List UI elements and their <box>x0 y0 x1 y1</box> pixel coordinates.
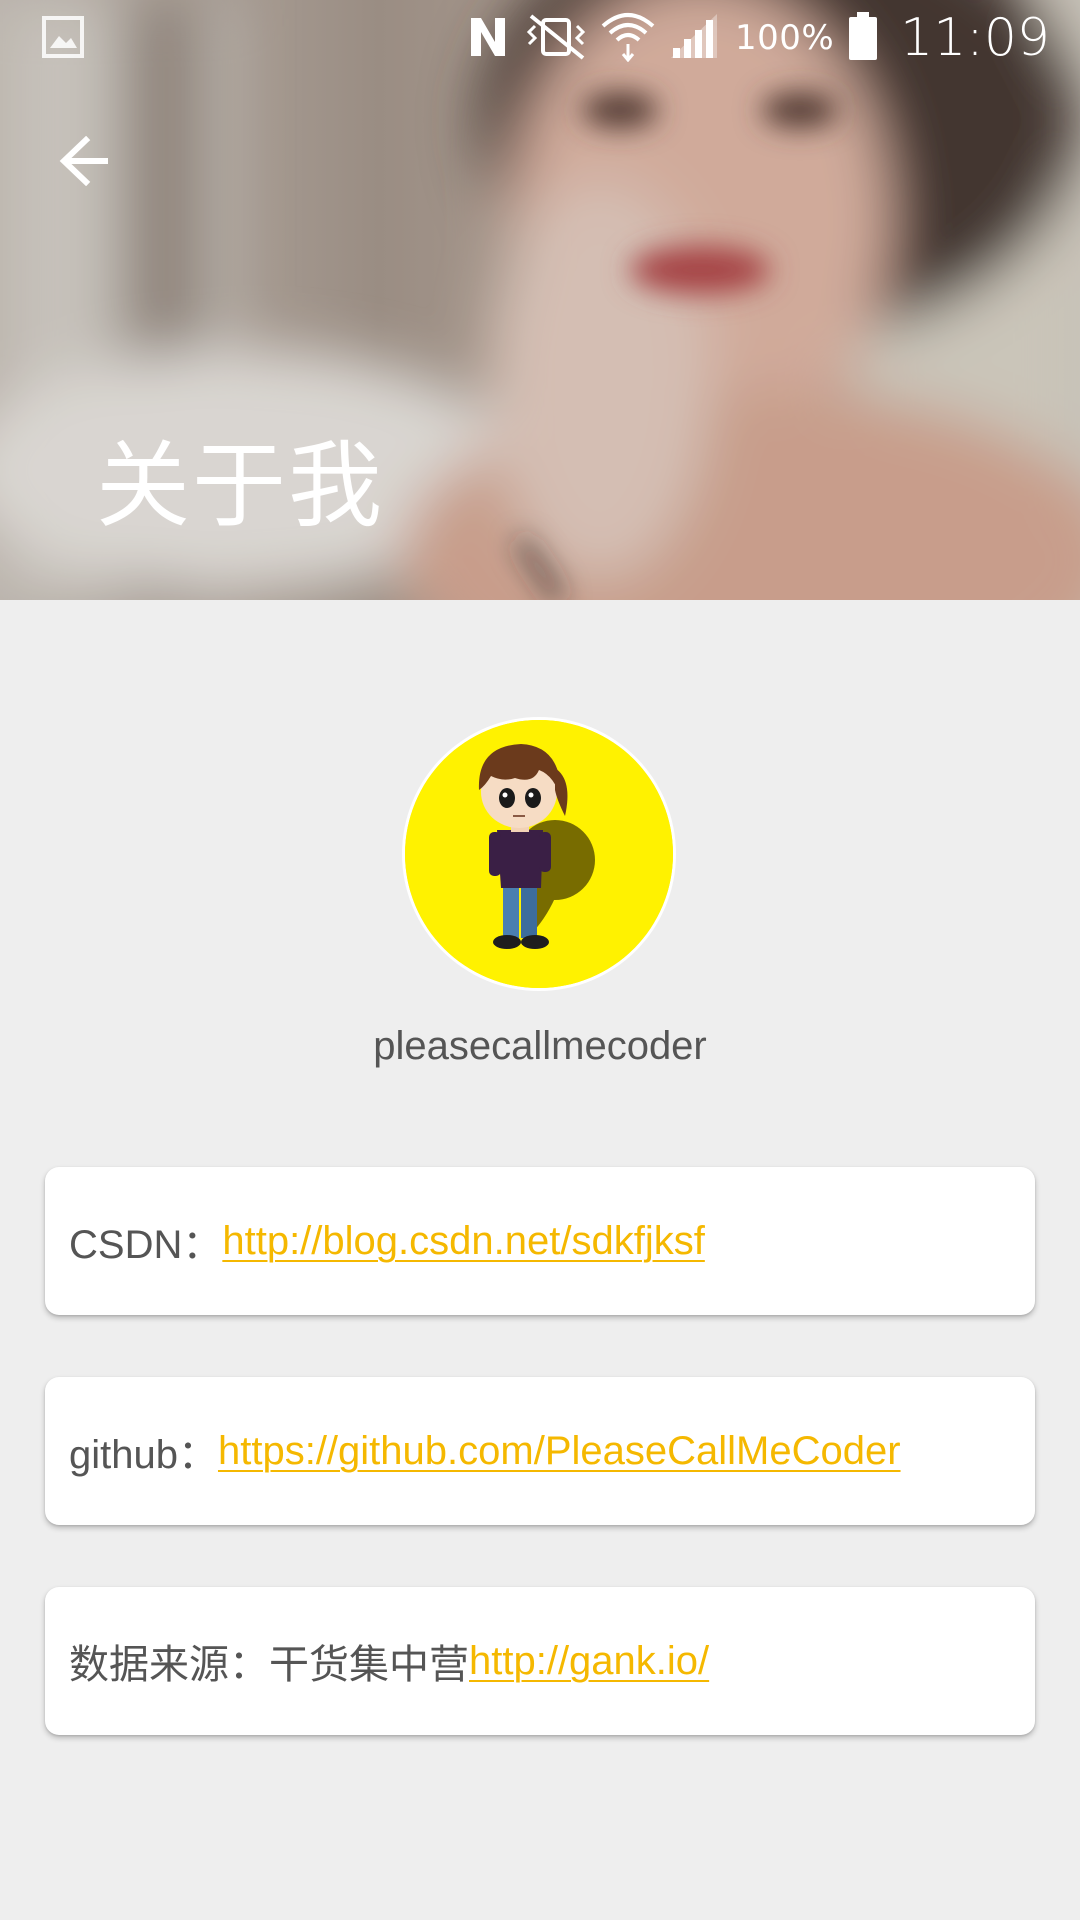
page-title: 关于我 <box>96 432 385 541</box>
link-label: github： <box>69 1433 218 1477</box>
avatar <box>405 720 673 988</box>
status-icons: 100% 11:09 <box>465 6 1050 70</box>
arrow-left-icon <box>59 136 108 186</box>
gallery-icon <box>42 16 84 58</box>
back-button[interactable] <box>50 126 120 196</box>
link-label: 数据来源：干货集中营 <box>69 1643 469 1687</box>
nfc-icon <box>465 12 511 64</box>
battery-percent: 100% <box>734 18 835 58</box>
battery-icon <box>848 11 878 65</box>
about-screen: 100% 11:09 关于我 pleasecallmecoder CSDN： h… <box>0 0 1080 1920</box>
cartoon-avatar-image <box>405 720 673 988</box>
wifi-icon <box>601 10 655 66</box>
clock: 11:09 <box>900 8 1050 68</box>
vibrate-off-icon <box>525 12 587 64</box>
gank-link[interactable]: http://gank.io/ <box>469 1639 709 1684</box>
signal-icon <box>669 12 721 64</box>
link-card-csdn: CSDN： http://blog.csdn.net/sdkfjksf <box>45 1167 1035 1315</box>
link-label: CSDN： <box>69 1223 223 1267</box>
username: pleasecallmecoder <box>373 1024 707 1068</box>
link-card-data-source: 数据来源：干货集中营 http://gank.io/ <box>45 1587 1035 1735</box>
header-banner: 100% 11:09 关于我 <box>0 0 1080 600</box>
csdn-link[interactable]: http://blog.csdn.net/sdkfjksf <box>222 1219 704 1264</box>
status-bar: 100% 11:09 <box>0 0 1080 76</box>
link-card-github: github： https://github.com/PleaseCallMeCo… <box>45 1377 1035 1525</box>
github-link[interactable]: https://github.com/PleaseCallMeCoder <box>218 1429 901 1474</box>
